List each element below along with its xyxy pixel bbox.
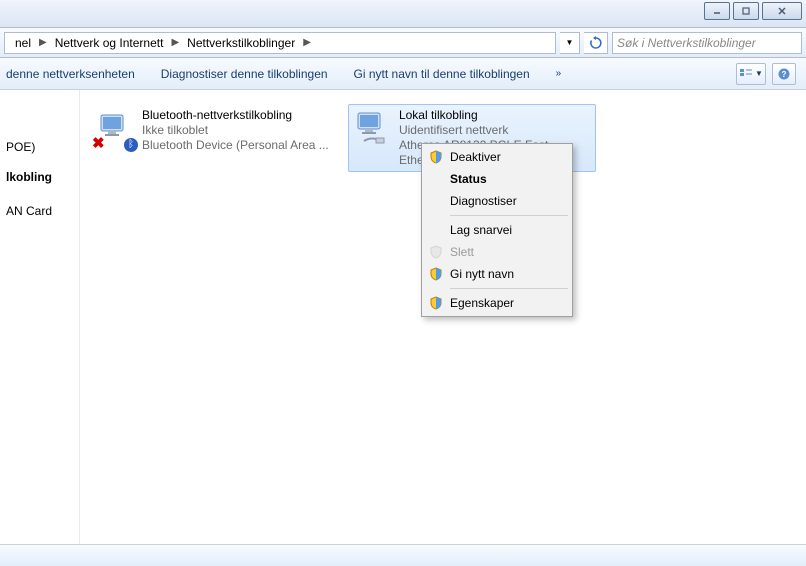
view-mode-button[interactable]: ▼ [736,63,766,85]
bluetooth-icon: ᛒ [124,138,138,152]
ctx-properties[interactable]: Egenskaper [424,292,570,314]
ctx-label: Deaktiver [450,150,501,164]
ctx-label: Lag snarvei [450,223,512,237]
refresh-button[interactable] [584,32,608,54]
connection-item-bluetooth[interactable]: ✖ ᛒ Bluetooth-nettverkstilkobling Ikke t… [90,104,338,157]
context-separator [450,288,568,289]
maximize-button[interactable] [733,2,759,20]
ctx-label: Egenskaper [450,296,514,310]
cmd-diagnose[interactable]: Diagnostiser denne tilkoblingen [161,67,328,81]
connection-device: Bluetooth Device (Personal Area ... [142,138,329,153]
cmd-more[interactable]: » [556,68,562,79]
ctx-status[interactable]: Status [424,168,570,190]
connection-status: Uidentifisert nettverk [399,123,592,138]
ctx-deactivate[interactable]: Deaktiver [424,146,570,168]
ctx-label: Status [450,172,487,186]
connection-title: Bluetooth-nettverkstilkobling [142,108,329,123]
ctx-label: Gi nytt navn [450,267,514,281]
network-adapter-icon: ✖ ᛒ [94,108,136,150]
search-input[interactable]: Søk i Nettverkstilkoblinger [612,32,802,54]
search-placeholder: Søk i Nettverkstilkoblinger [617,36,756,50]
ctx-diagnose[interactable]: Diagnostiser [424,190,570,212]
sidebar: POE) lkobling AN Card [0,90,80,544]
address-bar: nel ▶ Nettverk og Internett ▶ Nettverkst… [0,28,806,58]
breadcrumb-seg-connections[interactable]: Nettverkstilkoblinger [181,33,301,53]
sidebar-item-poe[interactable]: POE) [0,136,79,158]
chevron-right-icon[interactable]: ▶ [37,37,49,48]
ctx-label: Slett [450,245,474,259]
network-adapter-icon [352,108,393,150]
context-separator [450,215,568,216]
ctx-shortcut[interactable]: Lag snarvei [424,219,570,241]
ctx-delete: Slett [424,241,570,263]
window-titlebar [0,0,806,28]
breadcrumb-seg-panel[interactable]: nel [9,33,37,53]
breadcrumb[interactable]: nel ▶ Nettverk og Internett ▶ Nettverkst… [4,32,556,54]
command-bar: denne nettverksenheten Diagnostiser denn… [0,58,806,90]
cmd-disable-device[interactable]: denne nettverksenheten [6,67,135,81]
cmd-rename[interactable]: Gi nytt navn til denne tilkoblingen [354,67,530,81]
ctx-label: Diagnostiser [450,194,517,208]
svg-text:?: ? [782,70,787,79]
shield-icon [428,244,444,260]
chevron-right-icon[interactable]: ▶ [169,37,181,48]
connection-title: Lokal tilkobling [399,108,592,123]
close-button[interactable] [762,2,802,20]
minimize-button[interactable] [704,2,730,20]
shield-icon [428,295,444,311]
help-button[interactable]: ? [772,63,796,85]
connection-status: Ikke tilkoblet [142,123,329,138]
error-x-icon: ✖ [92,134,105,152]
context-menu: Deaktiver Status Diagnostiser Lag snarve… [421,143,573,317]
content-area: POE) lkobling AN Card ✖ ᛒ Bluetooth-nett… [0,90,806,544]
sidebar-item-tilkobling[interactable]: lkobling [0,166,79,188]
chevron-right-icon[interactable]: ▶ [301,37,313,48]
shield-icon [428,266,444,282]
ctx-rename[interactable]: Gi nytt navn [424,263,570,285]
address-dropdown-button[interactable]: ▼ [560,32,580,54]
sidebar-item-ancard[interactable]: AN Card [0,200,79,222]
breadcrumb-seg-network[interactable]: Nettverk og Internett [49,33,170,53]
shield-icon [428,149,444,165]
status-bar [0,544,806,566]
